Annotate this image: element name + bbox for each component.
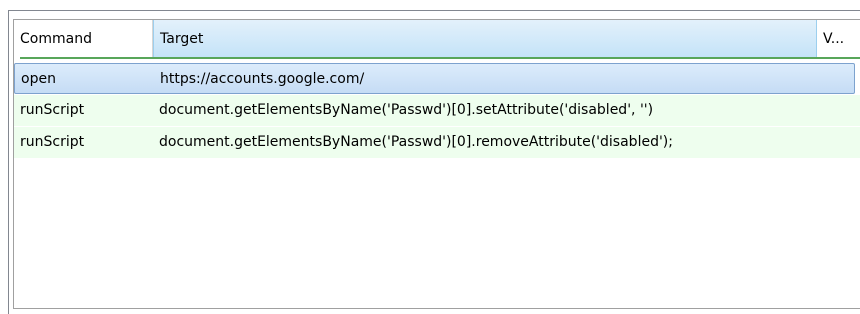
table-header: Command Target V... [14, 20, 860, 58]
command-table: Command Target V... open https://account… [13, 19, 860, 309]
table-body: open https://accounts.google.com/ runScr… [14, 63, 860, 159]
column-header-value[interactable]: V... [817, 20, 860, 58]
command-cell: runScript [20, 102, 85, 118]
target-cell: document.getElementsByName('Passwd')[0].… [159, 134, 673, 150]
column-header-command[interactable]: Command [14, 20, 153, 58]
command-cell: runScript [20, 134, 85, 150]
table-row[interactable]: runScript document.getElementsByName('Pa… [14, 95, 860, 126]
screen: Command Target V... open https://account… [0, 0, 860, 314]
target-cell: https://accounts.google.com/ [160, 71, 365, 87]
target-cell: document.getElementsByName('Passwd')[0].… [159, 102, 654, 118]
column-header-target[interactable]: Target [153, 20, 817, 58]
table-row[interactable]: runScript document.getElementsByName('Pa… [14, 127, 860, 158]
command-cell: open [21, 71, 56, 87]
table-row[interactable]: open https://accounts.google.com/ [14, 63, 855, 94]
header-accent-line [20, 57, 860, 59]
